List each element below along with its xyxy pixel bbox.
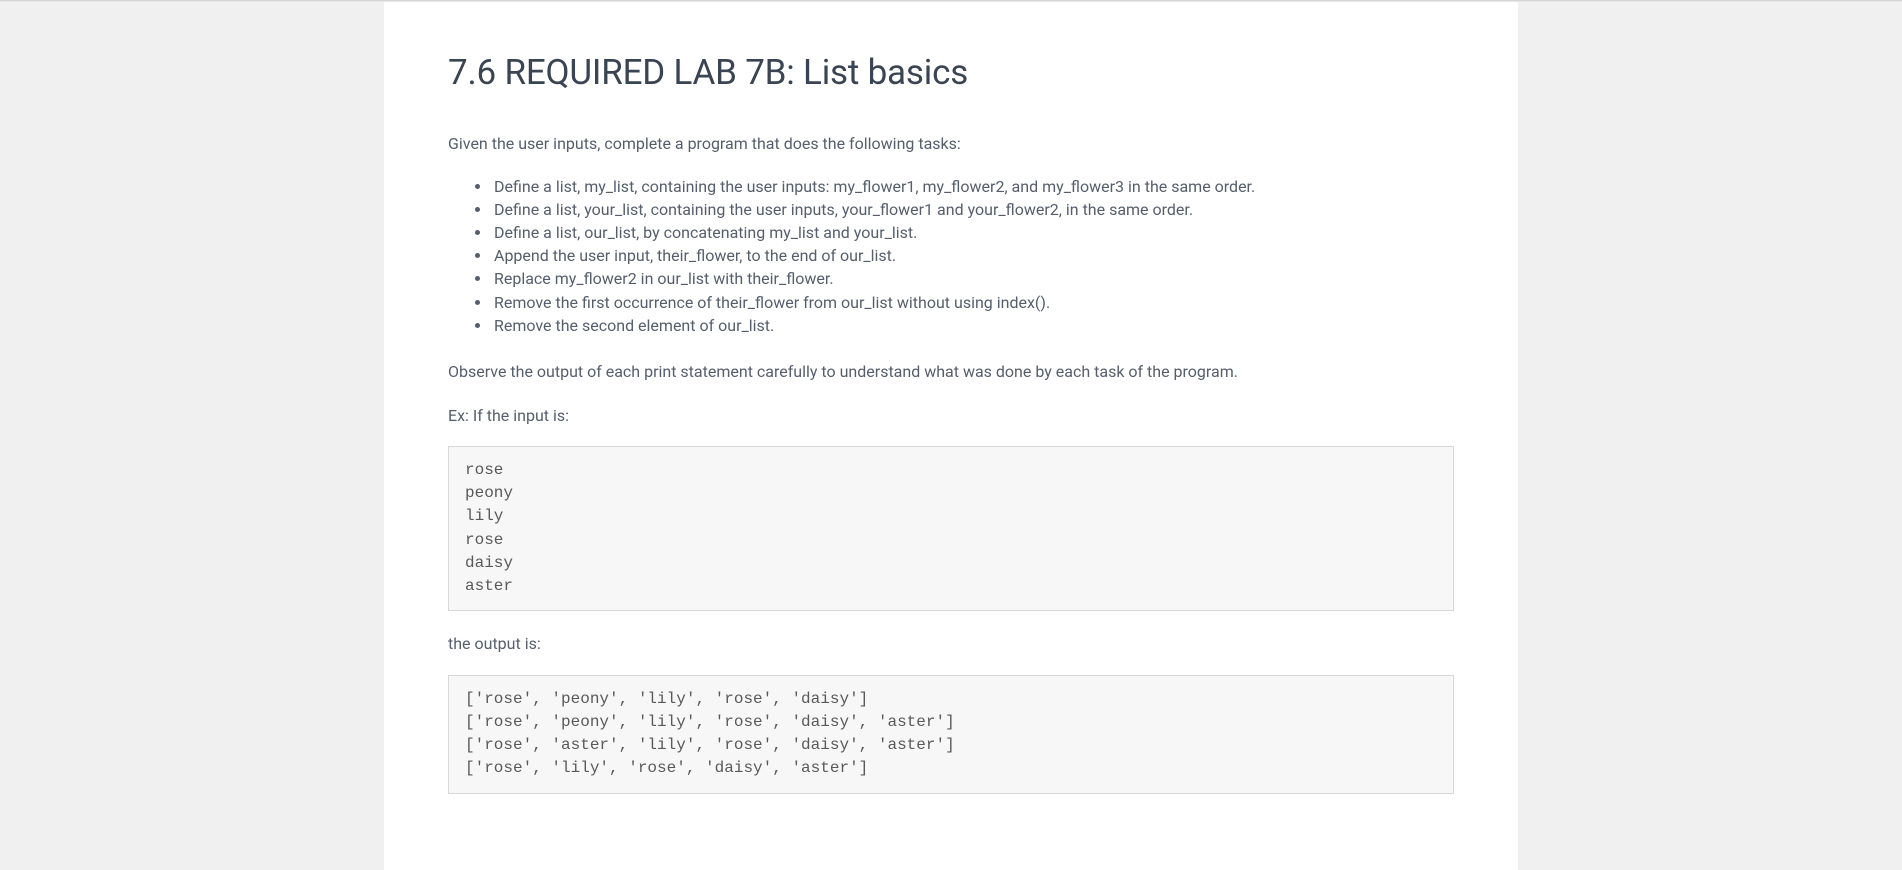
list-item: Define a list, my_list, containing the u…	[492, 175, 1454, 198]
content-container: 7.6 REQUIRED LAB 7B: List basics Given t…	[384, 2, 1518, 870]
intro-paragraph: Given the user inputs, complete a progra…	[448, 131, 1454, 157]
list-item: Append the user input, their_flower, to …	[492, 244, 1454, 267]
list-item: Define a list, your_list, containing the…	[492, 198, 1454, 221]
page-title: 7.6 REQUIRED LAB 7B: List basics	[448, 52, 1454, 93]
example-output-block: ['rose', 'peony', 'lily', 'rose', 'daisy…	[448, 675, 1454, 794]
list-item: Remove the first occurrence of their_flo…	[492, 291, 1454, 314]
list-item: Replace my_flower2 in our_list with thei…	[492, 267, 1454, 290]
output-label: the output is:	[448, 631, 1454, 657]
task-list: Define a list, my_list, containing the u…	[492, 175, 1454, 337]
list-item: Remove the second element of our_list.	[492, 314, 1454, 337]
observe-paragraph: Observe the output of each print stateme…	[448, 359, 1454, 385]
example-input-block: rose peony lily rose daisy aster	[448, 446, 1454, 611]
example-input-label: Ex: If the input is:	[448, 403, 1454, 429]
list-item: Define a list, our_list, by concatenatin…	[492, 221, 1454, 244]
